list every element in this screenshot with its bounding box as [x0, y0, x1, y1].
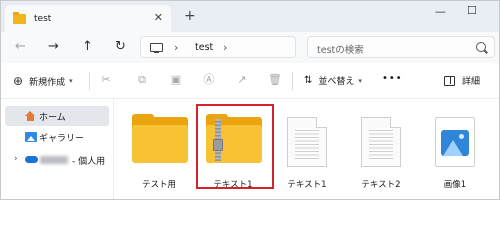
address-path: test	[195, 42, 214, 53]
sidebar-item-label: ホーム	[39, 112, 66, 123]
this-pc-icon	[150, 43, 163, 54]
file-item-image[interactable]: 画像1	[421, 107, 489, 193]
divider	[89, 72, 90, 90]
chevron-right-icon[interactable]: ›	[223, 41, 227, 54]
text-file-icon	[287, 117, 327, 167]
chevron-right-icon[interactable]: ›	[14, 154, 18, 164]
paste-icon[interactable]: ▣	[169, 73, 183, 87]
chevron-down-icon: ▾	[69, 77, 73, 85]
file-item-text[interactable]: テキスト2	[347, 107, 415, 193]
file-name: テスト用	[141, 180, 176, 190]
details-pane-icon	[444, 75, 455, 86]
chevron-down-icon: ▾	[358, 76, 362, 85]
sidebar-item-home[interactable]: ホーム	[5, 106, 109, 126]
minimize-icon[interactable]: —	[435, 5, 446, 18]
forward-icon[interactable]: →	[48, 40, 59, 54]
selection-highlight	[196, 104, 274, 189]
sidebar-item-label: - 個人用	[72, 156, 106, 167]
file-item-folder[interactable]: テスト用	[125, 107, 193, 193]
cut-icon[interactable]: ✂	[99, 73, 113, 87]
navigation-pane: ホーム ギャラリー › - 個人用	[1, 99, 114, 199]
redacted-name	[40, 156, 68, 164]
back-icon[interactable]: ←	[15, 40, 26, 54]
folder-icon	[13, 11, 26, 24]
search-placeholder: testの検索	[317, 45, 364, 56]
close-icon[interactable]: ✕	[154, 11, 163, 24]
plus-icon: ⊕	[13, 74, 24, 88]
sort-label: 並べ替え	[318, 77, 355, 87]
search-icon	[476, 42, 486, 52]
file-name: テキスト2	[361, 180, 401, 190]
sidebar-item-onedrive[interactable]: › - 個人用	[5, 150, 109, 170]
tab-strip: test ✕ + — ☐	[1, 1, 499, 32]
copy-icon[interactable]: ⧉	[135, 73, 149, 87]
sidebar-item-label: ギャラリー	[39, 133, 85, 144]
up-icon[interactable]: ↑	[82, 40, 93, 54]
details-label: 詳細	[462, 77, 481, 87]
file-name: 画像1	[443, 180, 467, 190]
address-bar[interactable]: › test ›	[140, 36, 296, 58]
divider	[292, 72, 293, 90]
delete-icon[interactable]: 🗑	[268, 73, 282, 87]
details-button[interactable]: 詳細	[444, 74, 480, 87]
gallery-icon	[25, 132, 37, 142]
tab-title: test	[34, 13, 52, 24]
more-options-icon[interactable]: •••	[382, 73, 403, 84]
new-label: 新規作成	[29, 77, 66, 88]
onedrive-icon	[25, 156, 38, 163]
command-bar: ⊕ 新規作成 ▾ ✂ ⧉ ▣ Ⓐ ↗ 🗑 ⇅ 並べ替え ▾ ••• 詳細	[1, 63, 499, 99]
share-icon[interactable]: ↗	[235, 73, 249, 87]
sort-button[interactable]: ⇅ 並べ替え ▾	[304, 74, 362, 87]
sort-icon: ⇅	[304, 75, 313, 86]
file-name: テキスト1	[287, 180, 327, 190]
folder-icon	[132, 114, 188, 163]
image-file-icon	[435, 117, 475, 167]
file-list: テスト用 テキスト1 テキスト1 テキスト2 画像1	[115, 99, 499, 199]
new-tab-icon[interactable]: +	[184, 8, 196, 24]
refresh-icon[interactable]: ↻	[115, 40, 126, 54]
sidebar-item-gallery[interactable]: ギャラリー	[5, 127, 109, 147]
text-file-icon	[361, 117, 401, 167]
navigation-bar: ← → ↑ ↻ › test › testの検索	[1, 32, 499, 63]
maximize-icon[interactable]: ☐	[467, 4, 477, 17]
home-icon	[25, 111, 36, 121]
search-box[interactable]: testの検索	[307, 36, 495, 58]
new-button[interactable]: ⊕ 新規作成 ▾	[13, 74, 73, 88]
rename-icon[interactable]: Ⓐ	[202, 73, 216, 87]
file-item-text[interactable]: テキスト1	[273, 107, 341, 193]
tab-test[interactable]: test ✕	[5, 5, 171, 32]
file-explorer-window: test ✕ + — ☐ ← → ↑ ↻ › test › testの検索 ⊕ …	[0, 0, 500, 200]
chevron-right-icon[interactable]: ›	[174, 41, 178, 54]
